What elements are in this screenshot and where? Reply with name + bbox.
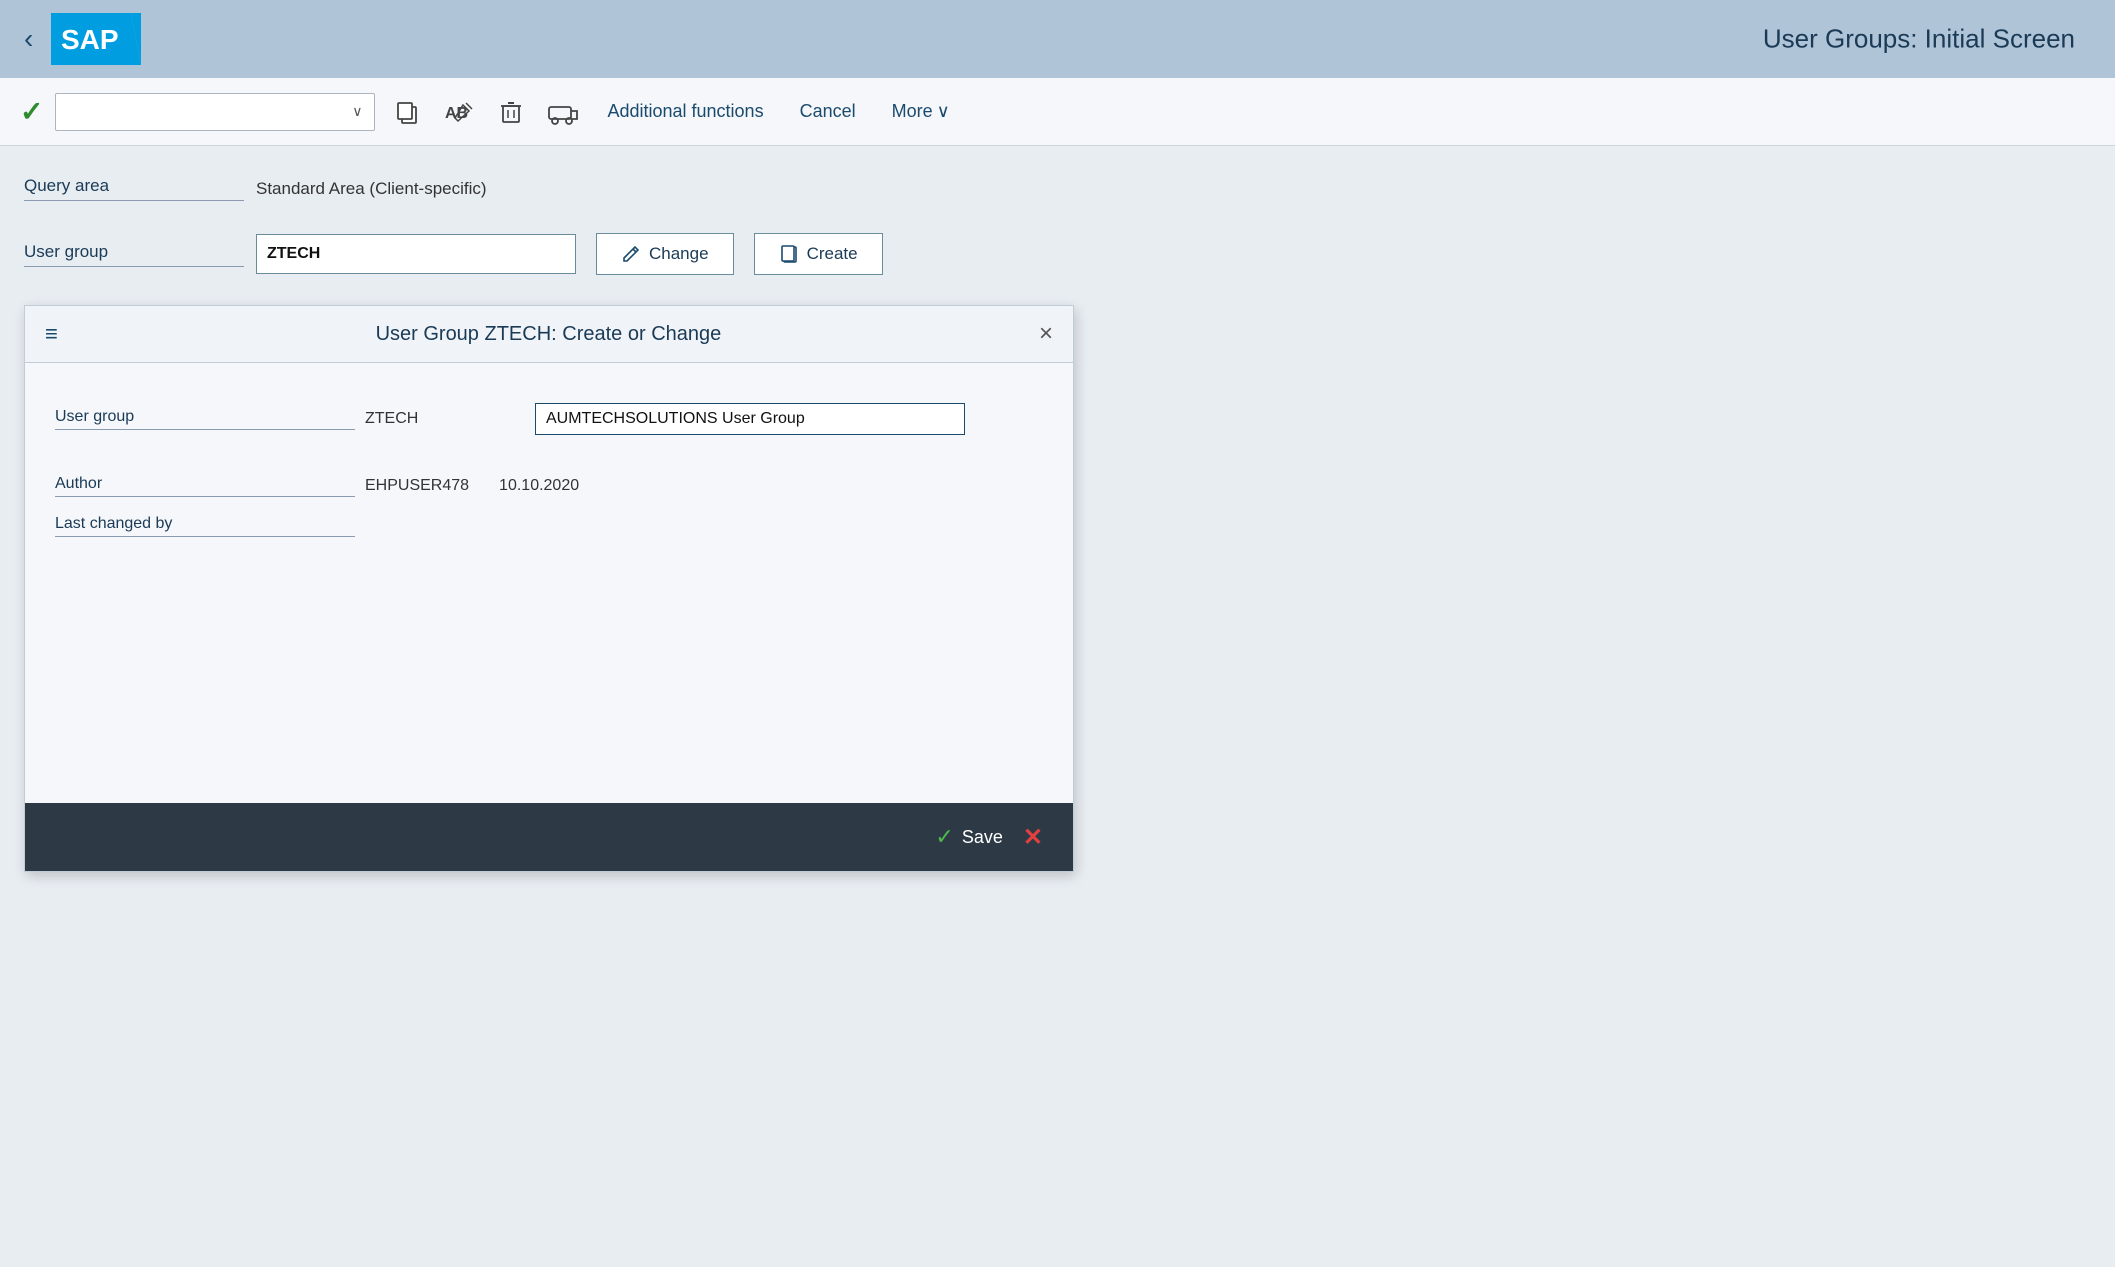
change-icon — [621, 244, 641, 264]
dialog-user-group-static: ZTECH — [365, 410, 525, 428]
query-area-row: Query area Standard Area (Client-specifi… — [24, 176, 2091, 201]
dialog-author-row: Author EHPUSER478 10.10.2020 — [55, 475, 579, 497]
copy-button[interactable] — [387, 93, 427, 131]
dropdown-arrow-icon: ∨ — [352, 103, 362, 120]
query-area-value: Standard Area (Client-specific) — [256, 179, 487, 199]
header-bar: ‹ SAP User Groups: Initial Screen — [0, 0, 2115, 78]
dialog-author-section: Author EHPUSER478 10.10.2020 Last change… — [55, 475, 1043, 537]
dialog-box: ≡ User Group ZTECH: Create or Change × U… — [24, 305, 1074, 872]
query-area-label: Query area — [24, 176, 244, 201]
confirm-button[interactable]: ✓ — [20, 95, 43, 128]
dialog-author-date: 10.10.2020 — [499, 477, 579, 495]
change-button[interactable]: Change — [596, 233, 734, 275]
more-button[interactable]: More ∨ — [880, 95, 962, 128]
user-group-label: User group — [24, 242, 244, 267]
dialog-footer: ✓ Save ✕ — [25, 803, 1073, 871]
dialog-user-group-input[interactable] — [535, 403, 965, 435]
transaction-dropdown[interactable]: ∨ — [55, 93, 375, 131]
user-group-row: User group Change Create — [24, 233, 2091, 275]
dialog-last-changed-label: Last changed by — [55, 515, 355, 537]
dialog-close-button[interactable]: × — [1039, 320, 1053, 348]
dialog-author-value: EHPUSER478 — [365, 477, 469, 495]
more-chevron-icon: ∨ — [937, 101, 950, 122]
save-check-icon: ✓ — [935, 824, 953, 850]
dialog-title: User Group ZTECH: Create or Change — [376, 323, 722, 346]
dialog-user-group-label: User group — [55, 408, 355, 430]
rename-button[interactable]: AB — [439, 93, 479, 131]
toolbar: ✓ ∨ AB Additiona — [0, 78, 2115, 146]
create-btn-label: Create — [807, 244, 858, 264]
create-button[interactable]: Create — [754, 233, 883, 275]
delete-button[interactable] — [491, 93, 531, 131]
dialog-menu-icon[interactable]: ≡ — [45, 321, 58, 347]
page-title: User Groups: Initial Screen — [1763, 24, 2075, 55]
dialog-overlay: ≡ User Group ZTECH: Create or Change × U… — [24, 305, 2091, 872]
dialog-body: User group ZTECH Author EHPUSER478 10.10… — [25, 363, 1073, 803]
more-label: More — [892, 101, 933, 122]
dialog-author-label: Author — [55, 475, 355, 497]
transport-button[interactable] — [543, 93, 583, 131]
cancel-button[interactable]: Cancel — [788, 95, 868, 128]
dialog-user-group-row: User group ZTECH — [55, 403, 1043, 435]
save-label: Save — [962, 827, 1003, 848]
additional-functions-button[interactable]: Additional functions — [595, 95, 775, 128]
dialog-header: ≡ User Group ZTECH: Create or Change × — [25, 306, 1073, 363]
create-icon — [779, 244, 799, 264]
main-content: Query area Standard Area (Client-specifi… — [0, 146, 2115, 902]
user-group-input[interactable] — [256, 234, 576, 274]
dialog-last-changed-row: Last changed by — [55, 515, 355, 537]
sap-logo: SAP — [51, 13, 141, 65]
dialog-cancel-button[interactable]: ✕ — [1023, 823, 1043, 852]
svg-text:SAP: SAP — [61, 24, 119, 55]
save-button[interactable]: ✓ Save — [935, 824, 1002, 850]
back-button[interactable]: ‹ — [24, 23, 33, 55]
change-btn-label: Change — [649, 244, 709, 264]
